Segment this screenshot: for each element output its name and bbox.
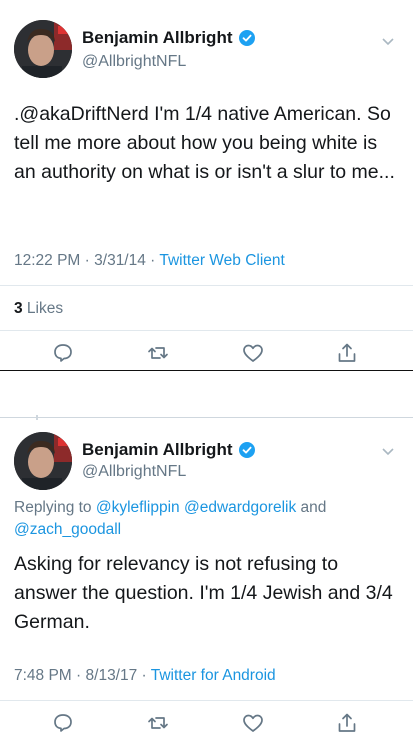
divider xyxy=(0,700,413,701)
divider xyxy=(0,330,413,331)
tweet-source[interactable]: Twitter for Android xyxy=(151,667,276,684)
reply-button[interactable] xyxy=(51,341,75,365)
tweet-source[interactable]: Twitter Web Client xyxy=(159,252,284,269)
share-icon xyxy=(338,343,356,362)
user-handle[interactable]: @AllbrightNFL xyxy=(82,463,186,481)
meta-separator-2: · xyxy=(145,252,160,269)
tweet-meta: 7:48 PM · 8/13/17 · Twitter for Android xyxy=(14,667,276,685)
share-button[interactable] xyxy=(335,711,359,735)
verified-badge-icon xyxy=(238,442,255,458)
tweet-time[interactable]: 12:22 PM xyxy=(14,252,80,269)
tweet-actions xyxy=(0,341,413,371)
meta-separator: · xyxy=(71,667,86,684)
tweet-card-2: Benjamin Allbright @AllbrightNFL Replyin… xyxy=(0,420,413,750)
tweet-actions xyxy=(0,711,413,741)
avatar[interactable] xyxy=(14,432,72,490)
screenshot-separator xyxy=(0,370,413,425)
tweet-date[interactable]: 8/13/17 xyxy=(86,667,138,684)
reply-and: and xyxy=(296,499,327,516)
display-name-text: Benjamin Allbright xyxy=(82,28,233,47)
retweet-icon xyxy=(148,717,168,729)
retweet-icon xyxy=(148,347,168,359)
tweet-card-1: Benjamin Allbright @AllbrightNFL .@akaDr… xyxy=(0,0,413,370)
likes-label: Likes xyxy=(22,300,64,317)
verified-badge-icon xyxy=(238,30,255,46)
display-name-text: Benjamin Allbright xyxy=(82,440,233,459)
user-handle[interactable]: @AllbrightNFL xyxy=(82,53,186,71)
display-name[interactable]: Benjamin Allbright xyxy=(82,28,255,48)
tweet-meta: 12:22 PM · 3/31/14 · Twitter Web Client xyxy=(14,252,285,270)
share-button[interactable] xyxy=(335,341,359,365)
like-button[interactable] xyxy=(241,341,265,365)
avatar-photo-icon xyxy=(14,432,72,490)
avatar-photo-icon xyxy=(14,20,72,78)
retweet-button[interactable] xyxy=(146,341,170,365)
tweet-date[interactable]: 3/31/14 xyxy=(94,252,146,269)
tweet-text: Asking for relevancy is not refusing to … xyxy=(14,553,393,633)
reply-mention-3[interactable]: @zach_goodall xyxy=(14,521,121,538)
avatar[interactable] xyxy=(14,20,72,78)
reply-button[interactable] xyxy=(51,711,75,735)
likes-number: 3 xyxy=(14,300,23,317)
reply-mention-1[interactable]: @kyleflippin xyxy=(96,499,180,516)
retweet-button[interactable] xyxy=(146,711,170,735)
chevron-down-icon[interactable] xyxy=(381,447,395,457)
replying-to-label: Replying to xyxy=(14,499,96,516)
share-icon xyxy=(338,713,356,732)
chevron-down-icon[interactable] xyxy=(381,37,395,47)
like-button[interactable] xyxy=(241,711,265,735)
display-name[interactable]: Benjamin Allbright xyxy=(82,440,255,460)
replying-to: Replying to @kyleflippin @edwardgorelik … xyxy=(14,497,404,541)
divider xyxy=(0,285,413,286)
separator-line xyxy=(0,417,413,418)
tweet-time[interactable]: 7:48 PM xyxy=(14,667,72,684)
meta-separator-2: · xyxy=(137,667,151,684)
like-icon xyxy=(243,344,263,362)
tweet-text: .@akaDriftNerd I'm 1/4 native American. … xyxy=(14,103,395,183)
likes-count[interactable]: 3 Likes xyxy=(14,300,63,318)
reply-icon xyxy=(54,344,72,362)
meta-separator: · xyxy=(80,252,95,269)
reply-icon xyxy=(54,714,72,732)
like-icon xyxy=(243,714,263,732)
reply-mention-2[interactable]: @edwardgorelik xyxy=(184,499,296,516)
